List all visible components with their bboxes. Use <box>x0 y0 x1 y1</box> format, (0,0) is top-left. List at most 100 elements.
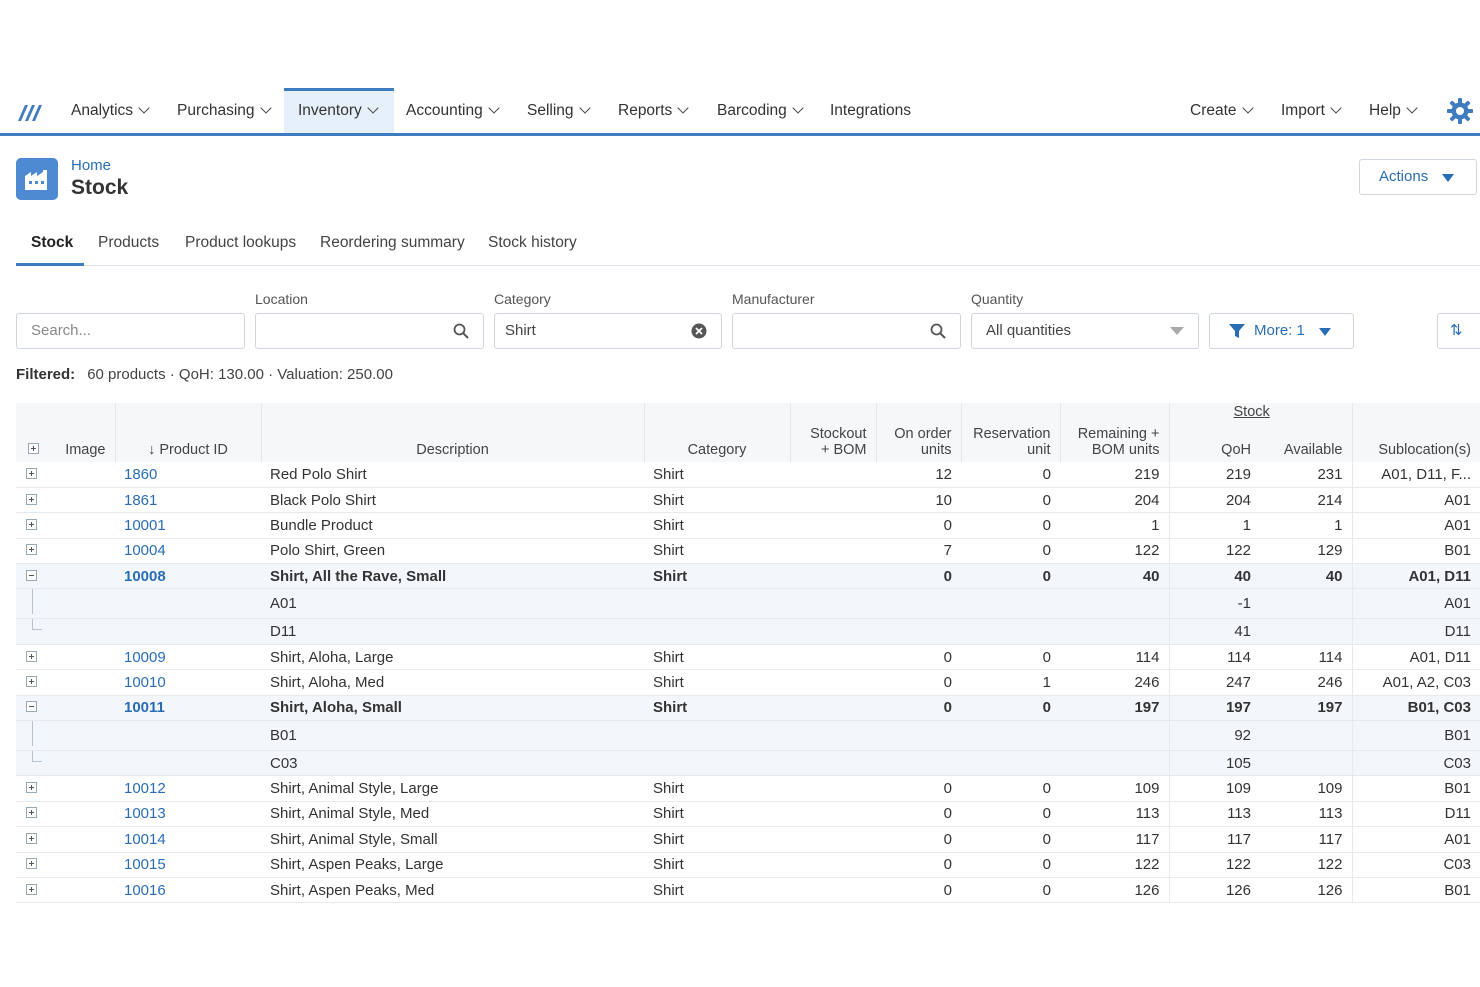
nav-analytics[interactable]: Analytics <box>71 88 150 133</box>
breadcrumb-home[interactable]: Home <box>71 157 111 174</box>
product-id-cell[interactable]: 10015 <box>115 852 261 878</box>
product-id-cell[interactable]: 1860 <box>115 462 261 488</box>
col-on-order[interactable]: On order units <box>875 403 961 462</box>
table-row[interactable]: 10010 Shirt, Aloha, Med Shirt 0 1 246 247 246 A0… <box>16 669 1480 696</box>
reservation-cell: 0 <box>961 644 1060 671</box>
table-row[interactable]: 10004 Polo Shirt, Green Shirt 7 0 122 122 129 B0… <box>16 538 1480 565</box>
table-row[interactable]: 10016 Shirt, Aspen Peaks, Med Shirt 0 0 126 12… <box>16 877 1480 904</box>
reservation-cell <box>961 618 1060 645</box>
table-row[interactable]: 10014 Shirt, Animal Style, Small Shirt 0 0 11… <box>16 826 1480 853</box>
search-input[interactable]: Search... <box>16 313 245 349</box>
table-row[interactable]: 10012 Shirt, Animal Style, Large Shirt 0 0 10… <box>16 775 1480 802</box>
expand-icon[interactable] <box>26 518 37 530</box>
product-id-cell[interactable] <box>115 750 261 777</box>
collapse-icon[interactable] <box>26 701 37 713</box>
actions-button[interactable]: Actions <box>1359 159 1477 195</box>
table-row[interactable]: 10013 Shirt, Animal Style, Med Shirt 0 0 113 1… <box>16 801 1480 828</box>
product-id-cell[interactable]: 10009 <box>115 644 261 671</box>
category-input[interactable]: Shirt <box>494 313 722 349</box>
table-row[interactable]: 10008 Shirt, All the Rave, Small Shirt 0 0 40… <box>16 563 1480 590</box>
product-id-cell[interactable]: 10004 <box>115 538 261 565</box>
col-stockout[interactable]: Stockout + BOM <box>789 403 876 462</box>
quantity-label: Quantity <box>971 291 1024 307</box>
sublocation-row[interactable]: A01 -1 A01 <box>16 588 1480 620</box>
quantity-select[interactable]: All quantities <box>971 313 1199 349</box>
app-logo-icon[interactable] <box>16 102 44 122</box>
clear-icon[interactable] <box>691 323 707 339</box>
col-image[interactable]: Image <box>49 403 115 462</box>
col-product-id[interactable]: ↓ Product ID <box>114 403 261 462</box>
collapse-icon[interactable] <box>26 569 37 581</box>
expand-icon[interactable] <box>26 832 37 844</box>
expand-icon[interactable] <box>26 493 37 505</box>
tab-reordering-summary[interactable]: Reordering summary <box>320 226 465 266</box>
nav-integrations[interactable]: Integrations <box>830 88 911 133</box>
table-row[interactable]: 10015 Shirt, Aspen Peaks, Large Shirt 0 0 122… <box>16 852 1480 878</box>
tab-products[interactable]: Products <box>98 226 159 266</box>
location-input[interactable] <box>255 313 484 349</box>
nav-selling[interactable]: Selling <box>527 88 591 133</box>
col-remaining[interactable]: Remaining + BOM units <box>1059 403 1169 462</box>
nav-purchasing[interactable]: Purchasing <box>177 88 272 133</box>
nav-create[interactable]: Create <box>1190 88 1254 133</box>
nav-import[interactable]: Import <box>1281 88 1342 133</box>
sort-button[interactable]: ⇅ <box>1437 313 1480 349</box>
manufacturer-input[interactable] <box>732 313 961 349</box>
sublocations-cell: B01, C03 <box>1351 695 1480 722</box>
stockout-cell <box>790 644 876 671</box>
table-row[interactable]: 10009 Shirt, Aloha, Large Shirt 0 0 114 114 114… <box>16 644 1480 671</box>
product-id-cell[interactable]: 10014 <box>115 826 261 853</box>
expand-icon[interactable] <box>26 544 37 556</box>
tab-stock[interactable]: Stock <box>16 226 84 266</box>
on-order-cell: 10 <box>876 487 961 514</box>
table-row[interactable]: 10001 Bundle Product Shirt 0 0 1 1 1 A01 <box>16 512 1480 539</box>
expand-icon[interactable] <box>26 675 37 687</box>
expand-icon[interactable] <box>26 883 37 895</box>
col-available[interactable]: Available <box>1260 403 1352 462</box>
nav-barcoding[interactable]: Barcoding <box>717 88 804 133</box>
sublocation-row[interactable]: C03 105 C03 <box>16 750 1480 777</box>
product-id-cell[interactable]: 10008 <box>115 563 261 590</box>
expand-icon[interactable] <box>26 467 37 479</box>
expand-icon[interactable] <box>26 807 37 819</box>
sublocation-row[interactable]: D11 41 D11 <box>16 618 1480 645</box>
product-id-cell[interactable] <box>115 588 261 620</box>
product-id-cell[interactable]: 10012 <box>115 775 261 802</box>
table-row[interactable]: 1861 Black Polo Shirt Shirt 10 0 204 204 214 A01 <box>16 487 1480 514</box>
product-id-cell[interactable] <box>115 720 261 752</box>
expand-icon[interactable] <box>26 650 37 662</box>
col-category[interactable]: Category <box>643 403 790 462</box>
expand-icon[interactable] <box>27 443 39 454</box>
more-filters-button[interactable]: More: 1 <box>1209 313 1354 349</box>
col-sublocations[interactable]: Sublocation(s) <box>1351 403 1480 462</box>
search-icon[interactable] <box>930 323 946 339</box>
qoh-cell: 114 <box>1168 644 1260 671</box>
expand-icon[interactable] <box>26 782 37 794</box>
nav-accounting[interactable]: Accounting <box>406 88 500 133</box>
product-id-cell[interactable]: 10010 <box>115 669 261 696</box>
product-id-cell[interactable]: 10013 <box>115 801 261 828</box>
nav-reports[interactable]: Reports <box>618 88 689 133</box>
nav-help[interactable]: Help <box>1369 88 1418 133</box>
product-id-cell[interactable]: 10011 <box>115 695 261 722</box>
product-id-cell[interactable]: 10016 <box>115 877 261 904</box>
col-description[interactable]: Description <box>260 403 644 462</box>
expand-all-header[interactable] <box>16 403 49 462</box>
product-id-cell[interactable] <box>115 618 261 645</box>
nav-inventory[interactable]: Inventory <box>284 88 394 133</box>
expand-icon[interactable] <box>26 858 37 870</box>
gear-icon[interactable] <box>1446 97 1474 125</box>
on-order-cell: 0 <box>876 877 961 904</box>
product-id-cell[interactable]: 10001 <box>115 512 261 539</box>
tab-stock-history[interactable]: Stock history <box>488 226 577 266</box>
product-id-cell[interactable]: 1861 <box>115 487 261 514</box>
col-reservation[interactable]: Reservation unit <box>960 403 1060 462</box>
col-qoh[interactable]: Stock QoH <box>1168 403 1270 462</box>
table-row[interactable]: 10011 Shirt, Aloha, Small Shirt 0 0 197 197 197… <box>16 695 1480 722</box>
chevron-down-icon <box>488 102 500 114</box>
search-icon[interactable] <box>453 323 469 339</box>
sublocations-cell: A01, D11, F... <box>1351 462 1480 488</box>
sublocation-row[interactable]: B01 92 B01 <box>16 720 1480 752</box>
tab-product-lookups[interactable]: Product lookups <box>185 226 296 266</box>
table-row[interactable]: 1860 Red Polo Shirt Shirt 12 0 219 219 231 A01, … <box>16 462 1480 488</box>
